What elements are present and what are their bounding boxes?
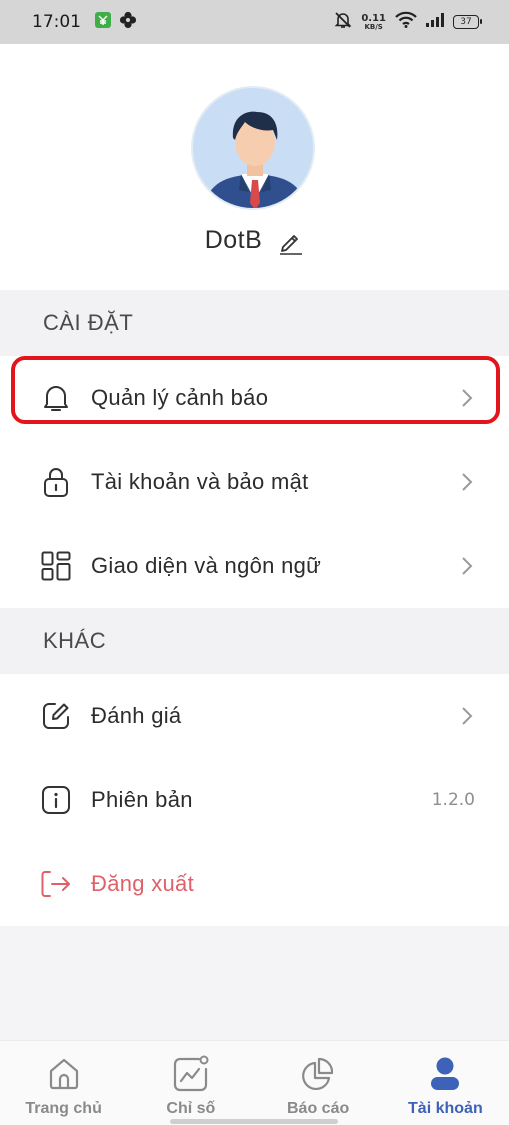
bottom-nav: Trang chủ Chỉ số Báo cáo Tài khoản — [0, 1040, 509, 1125]
network-speed: 0.11 KB/S — [361, 12, 386, 31]
edit-square-icon — [40, 700, 72, 732]
version-value: 1.2.0 — [431, 790, 475, 810]
other-list: Đánh giá Phiên bản 1.2.0 Đăng xuất — [0, 674, 509, 926]
edit-name-button[interactable] — [276, 227, 304, 255]
layout-icon — [40, 550, 72, 582]
lock-icon — [40, 466, 72, 498]
status-time: 17:01 — [32, 12, 81, 32]
notification-icons — [95, 11, 137, 34]
user-icon — [425, 1054, 465, 1094]
tab-account[interactable]: Tài khoản — [382, 1041, 509, 1125]
other-item-rating[interactable]: Đánh giá — [0, 674, 509, 758]
info-icon — [40, 784, 72, 816]
app-notification-icon — [95, 11, 111, 33]
status-right: 0.11 KB/S 37 — [334, 11, 482, 34]
chevron-right-icon — [461, 556, 475, 576]
logout-icon — [40, 868, 72, 900]
net-speed-value: 0.11 — [361, 12, 386, 24]
other-item-label: Đánh giá — [91, 703, 182, 728]
other-item-version: Phiên bản 1.2.0 — [0, 758, 509, 842]
battery-icon: 37 — [453, 15, 482, 29]
settings-list: Quản lý cảnh báo Tài khoản và bảo mật Gi… — [0, 356, 509, 608]
status-bar: 17:01 0.11 KB/S 37 — [0, 0, 509, 44]
net-speed-unit: KB/S — [364, 22, 383, 31]
settings-item-appearance[interactable]: Giao diện và ngôn ngữ — [0, 524, 509, 608]
tab-metrics[interactable]: Chỉ số — [127, 1041, 254, 1125]
settings-item-label: Giao diện và ngôn ngữ — [91, 553, 322, 578]
pie-chart-icon — [298, 1054, 338, 1094]
settings-item-alerts[interactable]: Quản lý cảnh báo — [0, 356, 509, 440]
home-indicator — [170, 1119, 338, 1124]
settings-item-security[interactable]: Tài khoản và bảo mật — [0, 440, 509, 524]
chevron-right-icon — [461, 472, 475, 492]
other-item-label: Phiên bản — [91, 787, 193, 812]
section-title-settings: CÀI ĐẶT — [0, 290, 509, 356]
username-row: DotB — [0, 226, 509, 255]
username: DotB — [204, 226, 263, 254]
settings-item-label: Quản lý cảnh báo — [91, 385, 269, 410]
signal-icon — [426, 12, 444, 32]
section-title-other: KHÁC — [0, 608, 509, 674]
logout-label: Đăng xuất — [91, 871, 194, 896]
flower-icon — [119, 11, 137, 34]
pencil-icon — [280, 234, 303, 255]
tab-reports[interactable]: Báo cáo — [255, 1041, 382, 1125]
tab-label: Báo cáo — [287, 1100, 350, 1117]
chevron-right-icon — [461, 388, 475, 408]
settings-item-label: Tài khoản và bảo mật — [91, 469, 309, 494]
profile-header: DotB — [0, 44, 509, 290]
tab-label: Tài khoản — [408, 1100, 483, 1117]
avatar[interactable] — [191, 86, 315, 210]
chart-icon — [171, 1054, 211, 1094]
tab-label: Trang chủ — [25, 1100, 102, 1117]
logout-button[interactable]: Đăng xuất — [0, 842, 509, 926]
tab-label: Chỉ số — [166, 1100, 216, 1117]
wifi-icon — [395, 11, 417, 33]
tab-home[interactable]: Trang chủ — [0, 1041, 127, 1125]
chevron-right-icon — [461, 706, 475, 726]
mute-icon — [334, 11, 352, 34]
home-icon — [44, 1054, 84, 1094]
bell-icon — [40, 382, 72, 414]
